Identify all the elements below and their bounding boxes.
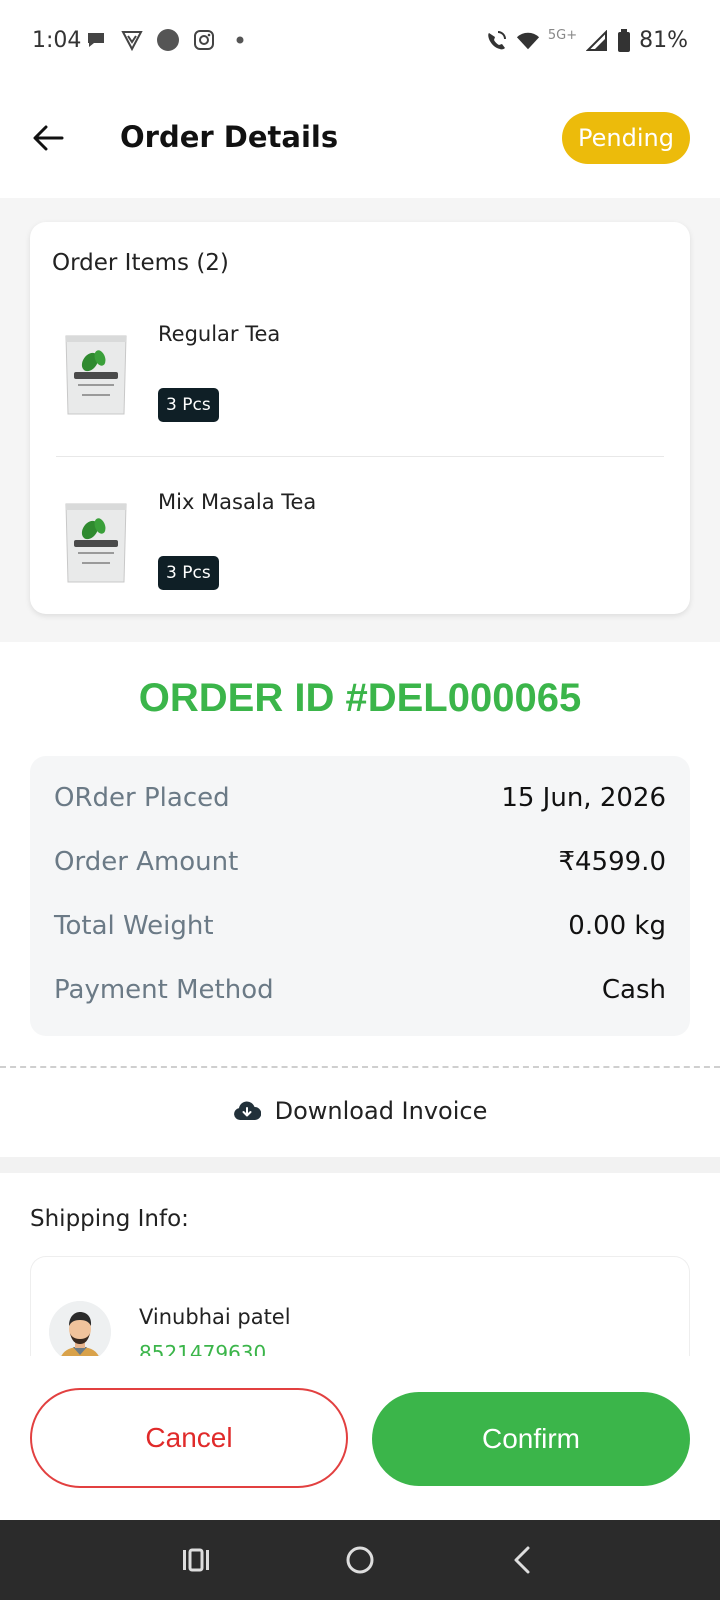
network-type: 5G+ bbox=[547, 28, 578, 43]
dot-icon bbox=[228, 28, 252, 52]
avatar bbox=[49, 1301, 111, 1356]
status-time: 1:04 bbox=[32, 28, 82, 53]
home-button[interactable] bbox=[338, 1538, 382, 1582]
order-items-card: Order Items (2) Regular Tea 3 Pcs Mix Ma… bbox=[30, 222, 690, 614]
status-badge: Pending bbox=[562, 112, 690, 164]
back-button[interactable] bbox=[28, 118, 68, 158]
detail-label: Total Weight bbox=[54, 911, 214, 941]
wifi-call-icon bbox=[484, 29, 508, 53]
product-image bbox=[56, 492, 136, 592]
order-items-title: Order Items (2) bbox=[52, 250, 229, 276]
signal-icon bbox=[585, 29, 609, 53]
detail-row-order-amount: Order Amount ₹4599.0 bbox=[54, 842, 666, 882]
instagram-icon bbox=[192, 28, 216, 52]
quantity-badge: 3 Pcs bbox=[158, 388, 219, 422]
cancel-button[interactable]: Cancel bbox=[30, 1388, 348, 1488]
order-summary-card: ORder Placed 15 Jun, 2026 Order Amount ₹… bbox=[30, 756, 690, 1036]
chat-bubble-icon bbox=[84, 28, 108, 52]
detail-row-payment-method: Payment Method Cash bbox=[54, 970, 666, 1010]
battery-icon bbox=[617, 28, 631, 53]
product-image bbox=[56, 324, 136, 424]
wifi-icon bbox=[516, 29, 540, 53]
detail-value: ₹4599.0 bbox=[558, 847, 666, 877]
order-item[interactable]: Mix Masala Tea 3 Pcs bbox=[30, 472, 690, 622]
dashed-divider bbox=[0, 1066, 720, 1068]
detail-row-total-weight: Total Weight 0.00 kg bbox=[54, 906, 666, 946]
chevron-left-icon bbox=[514, 1546, 530, 1574]
recent-apps-button[interactable] bbox=[174, 1538, 218, 1582]
download-invoice-button[interactable]: Download Invoice bbox=[0, 1090, 720, 1132]
shield-v-icon bbox=[120, 28, 144, 52]
detail-label: Payment Method bbox=[54, 975, 274, 1005]
system-icons: 5G+ 81% bbox=[484, 28, 688, 53]
detail-label: Order Amount bbox=[54, 847, 239, 877]
detail-row-order-placed: ORder Placed 15 Jun, 2026 bbox=[54, 778, 666, 818]
home-circle-icon bbox=[346, 1546, 374, 1574]
cloud-download-icon bbox=[233, 1101, 261, 1120]
recent-apps-icon bbox=[183, 1548, 209, 1572]
detail-label: ORder Placed bbox=[54, 783, 230, 813]
status-bar: 1:04 5G+ 81% bbox=[0, 0, 720, 84]
order-id: ORDER ID #DEL000065 bbox=[138, 676, 582, 720]
page-title: Order Details bbox=[120, 120, 339, 154]
action-bar: Cancel Confirm bbox=[0, 1356, 720, 1520]
product-name: Mix Masala Tea bbox=[158, 490, 317, 514]
detail-value: 0.00 kg bbox=[568, 911, 666, 941]
download-invoice-label: Download Invoice bbox=[274, 1097, 488, 1125]
item-divider bbox=[56, 456, 664, 457]
battery-percent: 81% bbox=[639, 28, 688, 53]
circle-app-icon bbox=[156, 28, 180, 52]
detail-value: Cash bbox=[601, 975, 666, 1005]
shipping-title: Shipping Info: bbox=[30, 1206, 189, 1232]
order-item[interactable]: Regular Tea 3 Pcs bbox=[30, 304, 690, 454]
recipient-name: Vinubhai patel bbox=[139, 1305, 291, 1329]
shipping-card: Vinubhai patel 8521479630 bbox=[30, 1256, 690, 1356]
order-items-section: Order Items (2) Regular Tea 3 Pcs Mix Ma… bbox=[0, 198, 720, 642]
quantity-badge: 3 Pcs bbox=[158, 556, 219, 590]
product-name: Regular Tea bbox=[158, 322, 281, 346]
system-back-button[interactable] bbox=[500, 1538, 544, 1582]
section-separator bbox=[0, 1157, 720, 1173]
notification-icons bbox=[84, 28, 252, 52]
recipient-phone[interactable]: 8521479630 bbox=[139, 1341, 266, 1356]
confirm-button[interactable]: Confirm bbox=[372, 1392, 690, 1486]
system-navigation-bar bbox=[0, 1520, 720, 1600]
app-header: Order Details Pending bbox=[0, 84, 720, 198]
detail-value: 15 Jun, 2026 bbox=[501, 783, 666, 813]
arrow-left-icon bbox=[33, 125, 64, 151]
